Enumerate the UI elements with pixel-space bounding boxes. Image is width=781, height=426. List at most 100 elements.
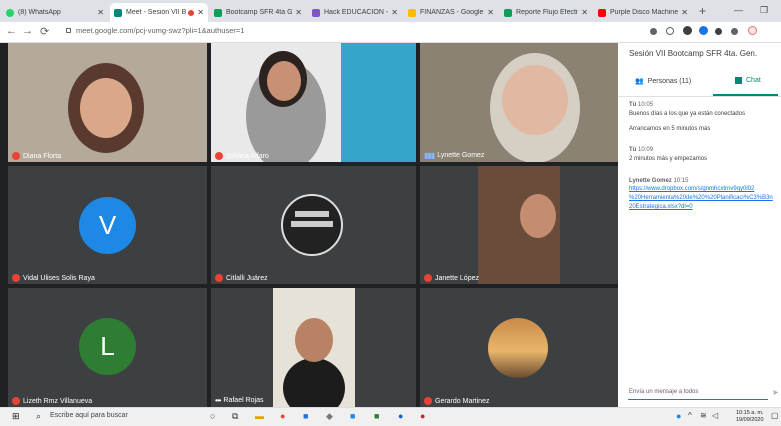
message-text: Buenos días a los que ya están conectado… [629,111,746,117]
chat-input[interactable]: Envía un mensaje a todos [629,389,698,395]
forward-icon[interactable]: → [22,25,33,37]
minimize-icon[interactable]: — [734,5,743,15]
tab-title: Purple Disco Machine - [610,9,679,16]
participant-avatar [488,318,548,378]
participant-tile[interactable]: ▮▮▮ Lynette Gomez [420,43,618,162]
participant-tile[interactable]: Diana Florta [8,43,207,162]
taskbar-app-icon[interactable]: ■ [303,411,308,421]
extension-icon[interactable] [699,26,708,35]
recording-icon [188,9,195,16]
reload-icon[interactable]: ⟳ [40,25,49,38]
tab-reporte[interactable]: Reporte Flujo Efectivo - ✕ [500,3,592,22]
tab-whatsapp[interactable]: (8) WhatsApp ✕ [2,3,108,22]
avatar-logo-text [291,221,333,227]
participant-name: ••• Rafael Rojas [215,396,264,405]
notification-icon[interactable]: ▢ [771,411,779,420]
meeting-grid: Diana Florta Johana Alfaro ▮▮▮ Lynette Go… [0,43,618,407]
chrome-icon[interactable]: ● [280,411,285,421]
url-field[interactable]: meet.google.com/pcj-vumg-swz?pli=1&authu… [76,26,244,35]
message-link[interactable]: https://www.dropbox.com/s/gnmhcxtrnv9qy0… [629,186,754,192]
close-icon[interactable]: ✕ [391,8,398,17]
back-icon[interactable]: ← [6,25,17,37]
participant-tile[interactable]: ••• Rafael Rojas [211,288,416,407]
clock-time[interactable]: 10:15 a. m. [736,410,764,416]
chevron-up-icon[interactable]: ^ [688,411,692,420]
participant-name: Lizeth Rmz Villanueva [12,397,92,405]
extension-icon[interactable] [683,26,692,35]
message-link[interactable]: %20Herramienta%20de%20%20Planificaci%C3%… [629,195,773,201]
tab-title: (8) WhatsApp [18,9,61,16]
message-link[interactable]: 20Estrategica.xlsx?dl=0 [629,204,693,210]
participant-face [502,65,568,135]
message-meta: Tú 10:09 [629,147,654,153]
tab-bootcamp[interactable]: Bootcamp SFR 4ta Gen ✕ [210,3,306,22]
participant-avatar: V [79,197,136,254]
close-icon[interactable]: ✕ [681,8,688,17]
file-explorer-icon[interactable]: ▬ [255,411,264,421]
mic-off-icon [215,152,223,160]
participant-name: Diana Florta [12,152,61,160]
drive-icon [408,8,416,17]
lock-icon [66,28,71,33]
tab-purple-disco[interactable]: Purple Disco Machine - ✕ [594,3,692,22]
windows-start-icon[interactable]: ⊞ [12,411,20,422]
participant-tile[interactable]: Janette López [420,166,618,284]
close-icon[interactable]: ✕ [197,8,204,17]
mic-off-icon [424,274,432,282]
windows-taskbar: ⊞ ⌕ Escribe aquí para buscar ○ ⧉ ▬ ● ■ ◆… [0,407,781,426]
clock-date[interactable]: 19/09/2020 [736,417,764,423]
camera-icon[interactable] [650,28,657,35]
tab-people[interactable]: 👥 Personas (11) [635,77,691,86]
profile-avatar[interactable] [748,26,757,35]
forms-icon [312,8,320,17]
taskbar-search-input[interactable]: Escribe aquí para buscar [50,412,128,419]
queue-icon[interactable] [731,28,738,35]
cortana-icon[interactable]: ○ [210,411,215,421]
tray-icon[interactable]: ● [676,411,681,421]
send-icon[interactable]: ➤ [772,388,779,397]
participant-tile[interactable]: V Vidal Ulises Solis Raya [8,166,207,284]
participant-face [267,61,301,101]
tab-chat[interactable]: Chat [735,77,761,84]
taskbar-app-icon[interactable]: ◆ [326,411,333,422]
tab-title: Reporte Flujo Efectivo - [516,9,578,16]
meeting-title: Sesión VII Bootcamp SFR 4ta. Gen. [629,49,758,58]
participant-tile[interactable]: L Lizeth Rmz Villanueva [8,288,207,407]
search-icon[interactable]: ⌕ [36,411,41,422]
mic-off-icon [12,274,20,282]
volume-icon[interactable]: ◁ [712,411,718,420]
restore-icon[interactable]: ❐ [760,5,768,16]
mic-off-icon [12,152,20,160]
people-icon: 👥 [635,78,644,85]
star-icon[interactable] [666,27,674,35]
participant-name: Johana Alfaro [215,152,269,160]
close-icon[interactable]: ✕ [487,8,494,17]
participant-tile[interactable]: Gerardo Martinez [420,288,618,407]
avatar-logo-text [295,211,329,217]
taskbar-app-icon[interactable]: ● [420,411,425,421]
taskbar-app-icon[interactable]: ● [398,411,403,421]
tab-finanzas[interactable]: FINANZAS - Google Driv ✕ [404,3,498,22]
participant-avatar: L [79,318,136,375]
close-icon[interactable]: ✕ [97,8,104,17]
tab-meet[interactable]: Meet - Sesión VII Bo ✕ [110,3,208,22]
participant-tile[interactable]: Citlalli Juárez [211,166,416,284]
tab-hack-educacion[interactable]: Hack EDUCACIÓN - Form ✕ [308,3,402,22]
close-icon[interactable]: ✕ [581,8,588,17]
taskbar-app-icon[interactable]: ■ [374,411,379,421]
close-icon[interactable]: ✕ [295,8,302,17]
message-meta: Lynette Gomez 10:15 [629,178,689,184]
extension-icon[interactable] [715,28,722,35]
participant-tile[interactable]: Johana Alfaro [211,43,416,162]
participant-face [80,78,132,138]
tab-title: Meet - Sesión VII Bo [126,9,187,16]
participant-name: Citlalli Juárez [215,274,268,282]
new-tab-icon[interactable]: + [699,4,706,18]
task-view-icon[interactable]: ⧉ [232,411,238,422]
participant-face [295,318,333,362]
tab-title: Hack EDUCACIÓN - Form [324,9,389,16]
speaking-icon: ▮▮▮ [424,151,435,160]
network-icon[interactable]: ≋ [700,411,707,420]
tab-title: Bootcamp SFR 4ta Gen [226,9,293,16]
taskbar-app-icon[interactable]: ■ [350,411,355,421]
